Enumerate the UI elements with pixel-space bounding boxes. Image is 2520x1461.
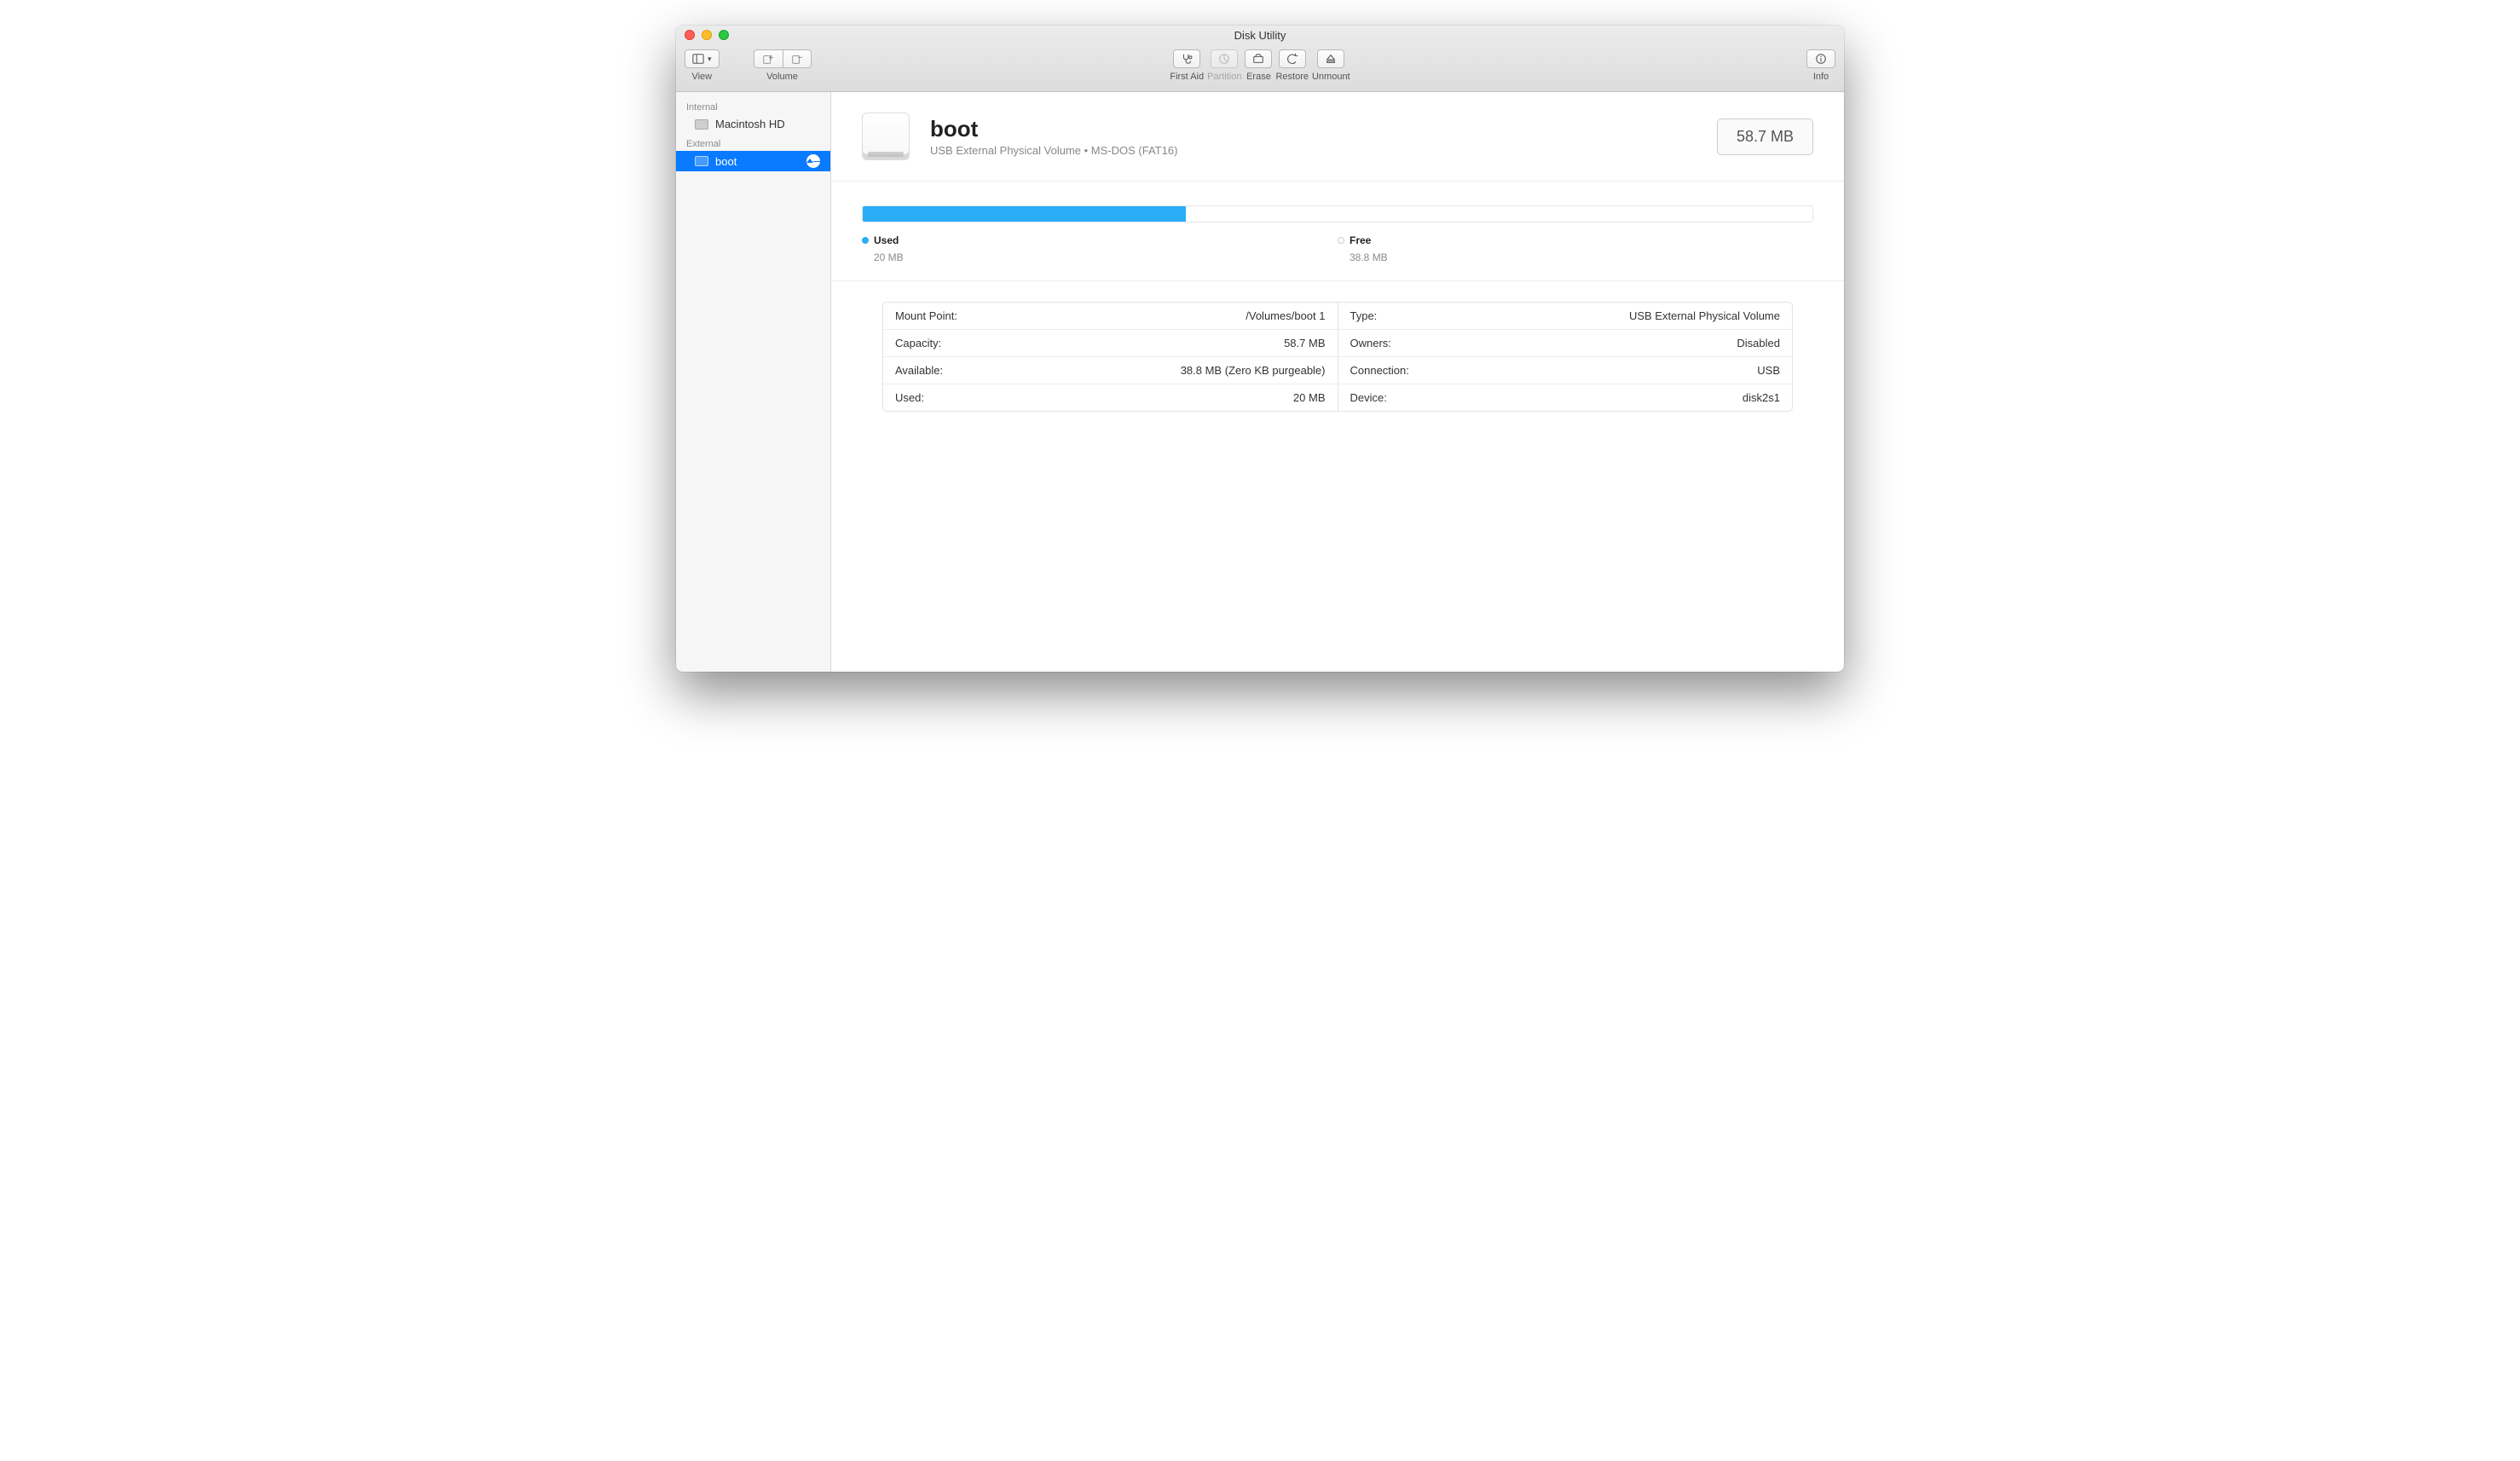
first-aid-button[interactable] <box>1173 49 1200 68</box>
info-button[interactable] <box>1806 49 1835 68</box>
used-dot-icon <box>862 237 869 244</box>
zoom-window-button[interactable] <box>719 30 729 40</box>
volume-minus-icon <box>791 53 803 65</box>
chevron-down-icon: ▾ <box>708 55 712 64</box>
sidebar-item-macintosh-hd[interactable]: Macintosh HD <box>676 114 830 134</box>
view-toolbar-group: ▾ View <box>685 49 720 82</box>
restore-icon <box>1286 53 1298 65</box>
view-label: View <box>691 72 712 82</box>
restore-label: Restore <box>1275 72 1309 82</box>
volume-subtitle: USB External Physical Volume • MS-DOS (F… <box>930 144 1177 157</box>
free-value: 38.8 MB <box>1338 251 1813 263</box>
used-value: 20 MB <box>862 251 1338 263</box>
details-col-left: Mount Point:/Volumes/boot 1 Capacity:58.… <box>883 303 1338 411</box>
detail-row: Device:disk2s1 <box>1338 384 1793 411</box>
traffic-lights <box>685 30 729 40</box>
usage-block: Used 20 MB Free 38.8 MB <box>831 182 1844 281</box>
pie-chart-icon <box>1218 53 1230 65</box>
detail-row: Connection:USB <box>1338 357 1793 384</box>
sidebar-item-label: Macintosh HD <box>715 118 785 130</box>
used-label: Used <box>874 234 899 246</box>
sidebar-item-boot[interactable]: boot <box>676 151 830 171</box>
erase-button[interactable] <box>1245 49 1272 68</box>
partition-button[interactable] <box>1211 49 1238 68</box>
detail-row: Used:20 MB <box>883 384 1338 411</box>
detail-row: Owners:Disabled <box>1338 330 1793 357</box>
free-dot-icon <box>1338 237 1344 244</box>
close-window-button[interactable] <box>685 30 695 40</box>
sidebar-header-external: External <box>676 134 830 151</box>
volume-header: boot USB External Physical Volume • MS-D… <box>831 92 1844 182</box>
app-window: Disk Utility ▾ View <box>676 26 1844 672</box>
partition-label: Partition <box>1207 72 1241 82</box>
usage-bar <box>862 205 1813 222</box>
view-button[interactable]: ▾ <box>685 49 720 68</box>
sidebar: Internal Macintosh HD External boot <box>676 92 831 672</box>
volume-label: Volume <box>766 72 798 82</box>
first-aid-label: First Aid <box>1170 72 1204 82</box>
sidebar-item-label: boot <box>715 155 737 168</box>
volume-name: boot <box>930 116 1177 142</box>
erase-icon <box>1252 53 1264 65</box>
volume-toolbar-group: Volume <box>754 49 812 82</box>
minimize-window-button[interactable] <box>702 30 712 40</box>
main-panel: boot USB External Physical Volume • MS-D… <box>831 92 1844 672</box>
content-area: Internal Macintosh HD External boot boot… <box>676 92 1844 672</box>
toolbar: ▾ View Volume <box>676 44 1844 92</box>
detail-row: Type:USB External Physical Volume <box>1338 303 1793 330</box>
erase-label: Erase <box>1246 72 1271 82</box>
stethoscope-icon <box>1181 53 1193 65</box>
unmount-button[interactable] <box>1317 49 1344 68</box>
unmount-label: Unmount <box>1312 72 1350 82</box>
size-badge: 58.7 MB <box>1717 118 1813 155</box>
info-icon <box>1815 53 1827 65</box>
remove-volume-button[interactable] <box>783 49 812 68</box>
info-label: Info <box>1813 72 1829 82</box>
details-table: Mount Point:/Volumes/boot 1 Capacity:58.… <box>882 302 1793 412</box>
details-col-right: Type:USB External Physical Volume Owners… <box>1338 303 1793 411</box>
window-title: Disk Utility <box>1234 29 1286 42</box>
detail-row: Capacity:58.7 MB <box>883 330 1338 357</box>
free-label: Free <box>1350 234 1371 246</box>
usage-fill <box>863 206 1186 222</box>
add-volume-button[interactable] <box>754 49 783 68</box>
drive-icon <box>862 113 910 160</box>
details-block: Mount Point:/Volumes/boot 1 Capacity:58.… <box>831 281 1844 432</box>
detail-row: Mount Point:/Volumes/boot 1 <box>883 303 1338 330</box>
volume-plus-icon <box>762 53 774 65</box>
sidebar-icon <box>692 53 704 65</box>
eject-button[interactable] <box>806 154 820 168</box>
detail-row: Available:38.8 MB (Zero KB purgeable) <box>883 357 1338 384</box>
restore-button[interactable] <box>1279 49 1306 68</box>
disk-icon <box>695 156 708 166</box>
titlebar[interactable]: Disk Utility <box>676 26 1844 44</box>
disk-icon <box>695 119 708 130</box>
eject-icon <box>1325 53 1337 65</box>
sidebar-header-internal: Internal <box>676 97 830 114</box>
